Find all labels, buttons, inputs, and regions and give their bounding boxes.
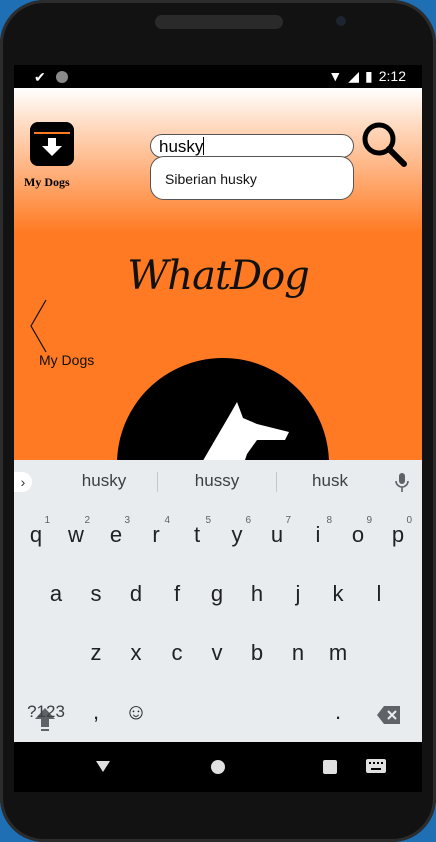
key-d[interactable]: d: [116, 572, 156, 616]
soft-keyboard: › husky hussy husk q1 w2 e3 r4 t5 y6 u7 …: [14, 460, 422, 790]
key-char: r: [152, 522, 160, 547]
key-char: u: [270, 522, 284, 547]
key-l[interactable]: l: [359, 572, 399, 616]
key-hint: 0: [406, 515, 412, 526]
key-hint: 8: [326, 515, 332, 526]
status-time: 2:12: [378, 68, 406, 84]
backspace-icon[interactable]: [376, 705, 402, 725]
search-icon[interactable]: [360, 120, 408, 168]
key-g[interactable]: g: [197, 572, 237, 616]
period-key[interactable]: .: [318, 690, 358, 734]
screen: ✔ ▼ ◢ ▮ 2:12 My Dogs husky Siberian husky W…: [14, 65, 422, 792]
nav-recents-icon[interactable]: [323, 760, 337, 774]
search-input-value: husky: [159, 137, 204, 156]
app-content: My Dogs husky Siberian husky WhatDog My …: [14, 88, 422, 570]
keyboard-switch-icon[interactable]: [366, 759, 386, 773]
comma-key[interactable]: ,: [76, 690, 116, 734]
nav-back-icon[interactable]: [96, 759, 110, 773]
key-h[interactable]: h: [237, 572, 277, 616]
key-char: p: [391, 522, 405, 547]
chevron-left-icon[interactable]: [28, 298, 50, 354]
key-n[interactable]: n: [278, 631, 318, 675]
back-to-my-dogs-label[interactable]: My Dogs: [39, 352, 94, 368]
key-r[interactable]: r4: [136, 513, 176, 557]
key-hint: 7: [285, 515, 291, 526]
key-hint: 1: [44, 515, 50, 526]
text-caret: [203, 137, 205, 155]
key-a[interactable]: a: [36, 572, 76, 616]
earpiece-speaker: [155, 15, 283, 29]
key-u[interactable]: u7: [257, 513, 297, 557]
key-e[interactable]: e3: [96, 513, 136, 557]
key-m[interactable]: m: [318, 631, 358, 675]
key-char: q: [29, 522, 43, 547]
key-o[interactable]: o9: [338, 513, 378, 557]
status-left-icons: ✔: [34, 69, 68, 86]
key-w[interactable]: w2: [56, 513, 96, 557]
symbols-key[interactable]: ?123: [24, 690, 68, 734]
key-hint: 9: [366, 515, 372, 526]
key-f[interactable]: f: [157, 572, 197, 616]
key-hint: 2: [84, 515, 90, 526]
chevron-right-icon[interactable]: ›: [14, 472, 32, 492]
app-logo-title: WhatDog: [127, 253, 310, 299]
key-hint: 5: [205, 515, 211, 526]
key-v[interactable]: v: [197, 631, 237, 675]
wifi-icon: ▼: [328, 68, 343, 84]
keyboard-suggestion[interactable]: husk: [270, 460, 390, 502]
phone-frame: ✔ ▼ ◢ ▮ 2:12 My Dogs husky Siberian husky W…: [0, 0, 436, 842]
key-k[interactable]: k: [318, 572, 358, 616]
key-i[interactable]: i8: [298, 513, 338, 557]
key-hint: 4: [164, 515, 170, 526]
dot-icon: [55, 71, 68, 83]
key-char: t: [193, 522, 201, 547]
battery-icon: ▮: [365, 68, 373, 84]
status-right: ▼ ◢ ▮ 2:12: [322, 68, 406, 85]
signal-icon: ◢: [348, 68, 360, 84]
key-c[interactable]: c: [157, 631, 197, 675]
key-z[interactable]: z: [76, 631, 116, 675]
key-t[interactable]: t5: [177, 513, 217, 557]
search-input[interactable]: husky: [150, 134, 354, 158]
microphone-icon[interactable]: [394, 472, 410, 494]
download-tray-icon: [34, 132, 70, 156]
key-char: e: [109, 522, 123, 547]
key-char: w: [68, 522, 84, 547]
front-camera: [336, 16, 346, 26]
system-nav-bar: [14, 742, 422, 792]
emoji-icon[interactable]: ☺: [116, 690, 156, 734]
key-char: i: [315, 522, 321, 547]
keyboard-suggestion-strip: › husky hussy husk: [14, 460, 422, 502]
key-y[interactable]: y6: [217, 513, 257, 557]
status-bar: ✔ ▼ ◢ ▮ 2:12: [14, 65, 422, 88]
key-p[interactable]: p0: [378, 513, 418, 557]
keyboard-suggestion[interactable]: hussy: [157, 460, 277, 502]
key-char: y: [231, 522, 243, 547]
key-x[interactable]: x: [116, 631, 156, 675]
key-hint: 6: [245, 515, 251, 526]
autocomplete-suggestion[interactable]: Siberian husky: [150, 156, 354, 200]
check-icon: ✔: [34, 69, 46, 85]
key-j[interactable]: j: [278, 572, 318, 616]
key-b[interactable]: b: [237, 631, 277, 675]
my-dogs-label: My Dogs: [24, 175, 70, 189]
key-char: o: [351, 522, 365, 547]
my-dogs-button[interactable]: [30, 122, 74, 166]
keyboard-suggestion[interactable]: husky: [44, 460, 164, 502]
nav-home-icon[interactable]: [211, 760, 225, 774]
key-hint: 3: [124, 515, 130, 526]
key-s[interactable]: s: [76, 572, 116, 616]
key-q[interactable]: q1: [16, 513, 56, 557]
